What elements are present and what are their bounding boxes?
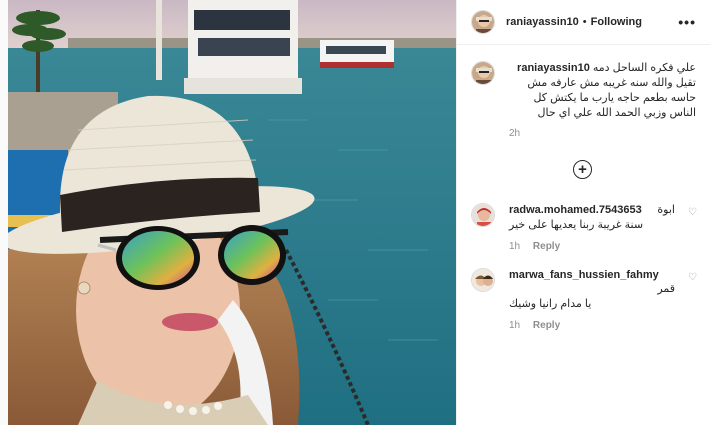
comment-item: radwa.mohamed.7543653 ابوة سنة غريبة ربن… (471, 203, 697, 252)
post-header: raniayassin10 • Following ••• (457, 0, 710, 45)
comment-text: ابوة (657, 204, 675, 216)
author-username[interactable]: raniayassin10 (506, 16, 579, 28)
comment-meta: 1h Reply (509, 320, 697, 331)
separator-dot: • (582, 16, 587, 28)
like-heart-icon[interactable]: ♡ (688, 207, 697, 218)
comment-meta: 1h Reply (509, 241, 697, 252)
comment-body: radwa.mohamed.7543653 ابوة سنة غريبة ربن… (509, 203, 697, 232)
comment-username[interactable]: marwa_fans_hussien_fahmy (509, 268, 659, 282)
caption-avatar[interactable] (471, 61, 495, 85)
reply-button[interactable]: Reply (533, 241, 560, 252)
comment-timestamp[interactable]: 1h (509, 241, 520, 252)
caption-body: raniayassin10 علي فكره الساحل دمه تقيل و… (509, 61, 696, 121)
caption-username[interactable]: raniayassin10 (517, 62, 590, 74)
comment-text: قمر (657, 283, 675, 295)
reply-button[interactable]: Reply (533, 320, 560, 331)
commenter-avatar[interactable] (471, 203, 495, 227)
post-caption: raniayassin10 علي فكره الساحل دمه تقيل و… (457, 45, 710, 151)
like-heart-icon[interactable]: ♡ (688, 272, 697, 283)
commenter-avatar[interactable] (471, 268, 495, 292)
selfie-image (8, 0, 456, 425)
load-more-comments-button[interactable]: + (573, 160, 592, 179)
comment-text-line2: سنة غريبة ربنا يعديها على خير (509, 219, 644, 231)
comments-panel: raniayassin10 • Following ••• raniayassi… (456, 0, 710, 425)
comment-text-line2: يا مدام رانيا وشيك (509, 298, 592, 310)
comment-username[interactable]: radwa.mohamed.7543653 (509, 203, 642, 217)
post-modal: raniayassin10 • Following ••• raniayassi… (0, 0, 710, 425)
post-photo[interactable] (8, 0, 456, 425)
following-button[interactable]: Following (591, 16, 642, 28)
author-avatar[interactable] (471, 10, 495, 34)
more-options-icon[interactable]: ••• (678, 14, 696, 30)
caption-timestamp[interactable]: 2h (509, 128, 696, 139)
comment-item: marwa_fans_hussien_fahmy قمر يا مدام ران… (471, 268, 697, 331)
comment-body: marwa_fans_hussien_fahmy قمر يا مدام ران… (509, 268, 697, 311)
comment-timestamp[interactable]: 1h (509, 320, 520, 331)
